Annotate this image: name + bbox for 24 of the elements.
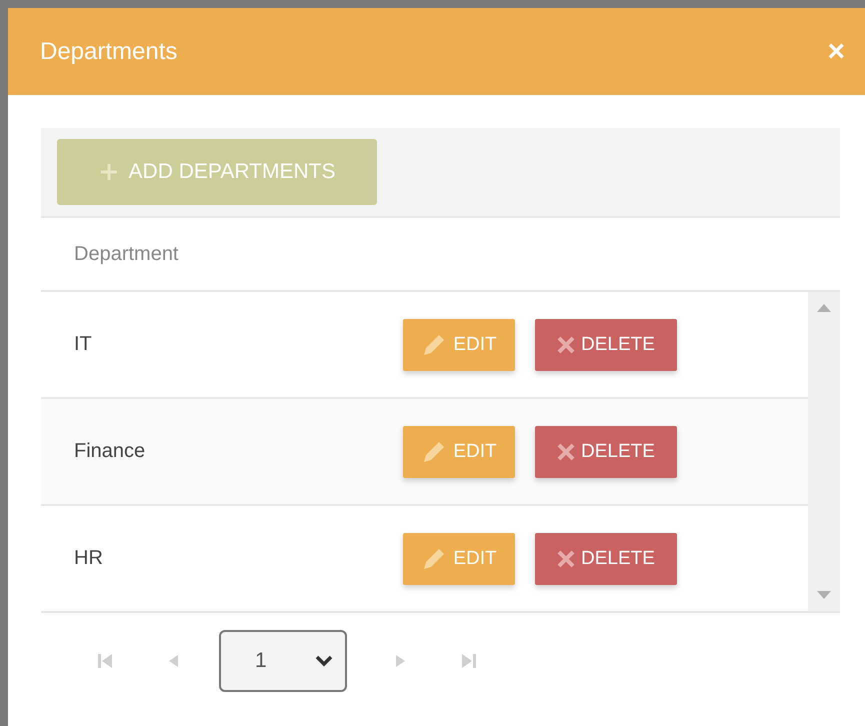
first-page-icon <box>98 652 112 668</box>
add-departments-button[interactable]: ADD DEPARTMENTS <box>57 139 377 205</box>
window-title: Departments <box>40 38 178 66</box>
table-cell-text: HR <box>73 547 104 570</box>
chevron-down-icon <box>315 654 333 666</box>
table-cell-text: Finance <box>73 440 146 463</box>
plus-icon <box>98 162 119 182</box>
delete-button[interactable]: DELETE <box>535 532 677 584</box>
close-icon <box>557 442 576 460</box>
close-icon <box>557 550 576 568</box>
table-cell-text: IT <box>73 333 93 356</box>
edit-button[interactable]: EDIT <box>403 532 515 584</box>
close-button[interactable]: × <box>827 36 845 66</box>
page-select[interactable]: 1 <box>219 630 347 692</box>
edit-button[interactable]: EDIT <box>403 318 515 370</box>
column-header: Department <box>74 242 178 266</box>
scroll-up-icon <box>817 304 831 312</box>
close-icon <box>557 336 576 354</box>
scroll-down-icon <box>817 591 831 599</box>
scrollbar[interactable] <box>808 292 840 611</box>
edit-button[interactable]: EDIT <box>403 426 515 478</box>
delete-button[interactable]: DELETE <box>535 318 677 370</box>
last-page-icon <box>462 652 476 668</box>
delete-button[interactable]: DELETE <box>535 426 677 478</box>
